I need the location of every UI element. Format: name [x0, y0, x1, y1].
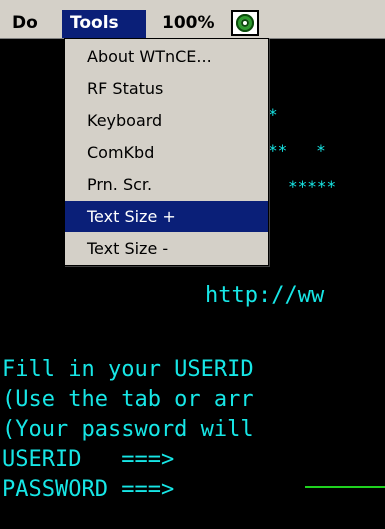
menu-do[interactable]: Do	[10, 10, 56, 38]
banner-stars-1: *	[268, 105, 278, 124]
password-label: PASSWORD ===>	[2, 477, 175, 502]
menu-tools[interactable]: Tools	[62, 10, 146, 38]
banner-stars-2: ** *	[268, 141, 326, 160]
menu-item-about[interactable]: About WTnCE...	[65, 41, 268, 72]
menu-item-text-size-increase[interactable]: Text Size +	[65, 201, 268, 232]
terminal-line: (Use the tab or arr	[2, 387, 254, 412]
menu-item-text-size-decrease[interactable]: Text Size -	[65, 233, 268, 264]
menu-item-comkbd[interactable]: ComKbd	[65, 137, 268, 168]
userid-label: USERID ===>	[2, 447, 175, 472]
status-ring-icon	[236, 14, 254, 32]
menu-item-rf-status[interactable]: RF Status	[65, 73, 268, 104]
terminal-line: (Your password will	[2, 417, 254, 442]
menu-item-print-screen[interactable]: Prn. Scr.	[65, 169, 268, 200]
userid-input-field[interactable]	[305, 486, 385, 488]
url-text: http://ww	[205, 283, 325, 308]
menu-bar: Do Tools 100%	[0, 0, 385, 39]
menu-zoom[interactable]: 100%	[162, 10, 228, 38]
tools-dropdown-menu: About WTnCE... RF Status Keyboard ComKbd…	[64, 38, 269, 266]
menu-item-keyboard[interactable]: Keyboard	[65, 105, 268, 136]
connection-status-icon[interactable]	[231, 10, 259, 36]
terminal-line: Fill in your USERID	[2, 357, 254, 382]
banner-stars-3: *****	[288, 177, 337, 196]
